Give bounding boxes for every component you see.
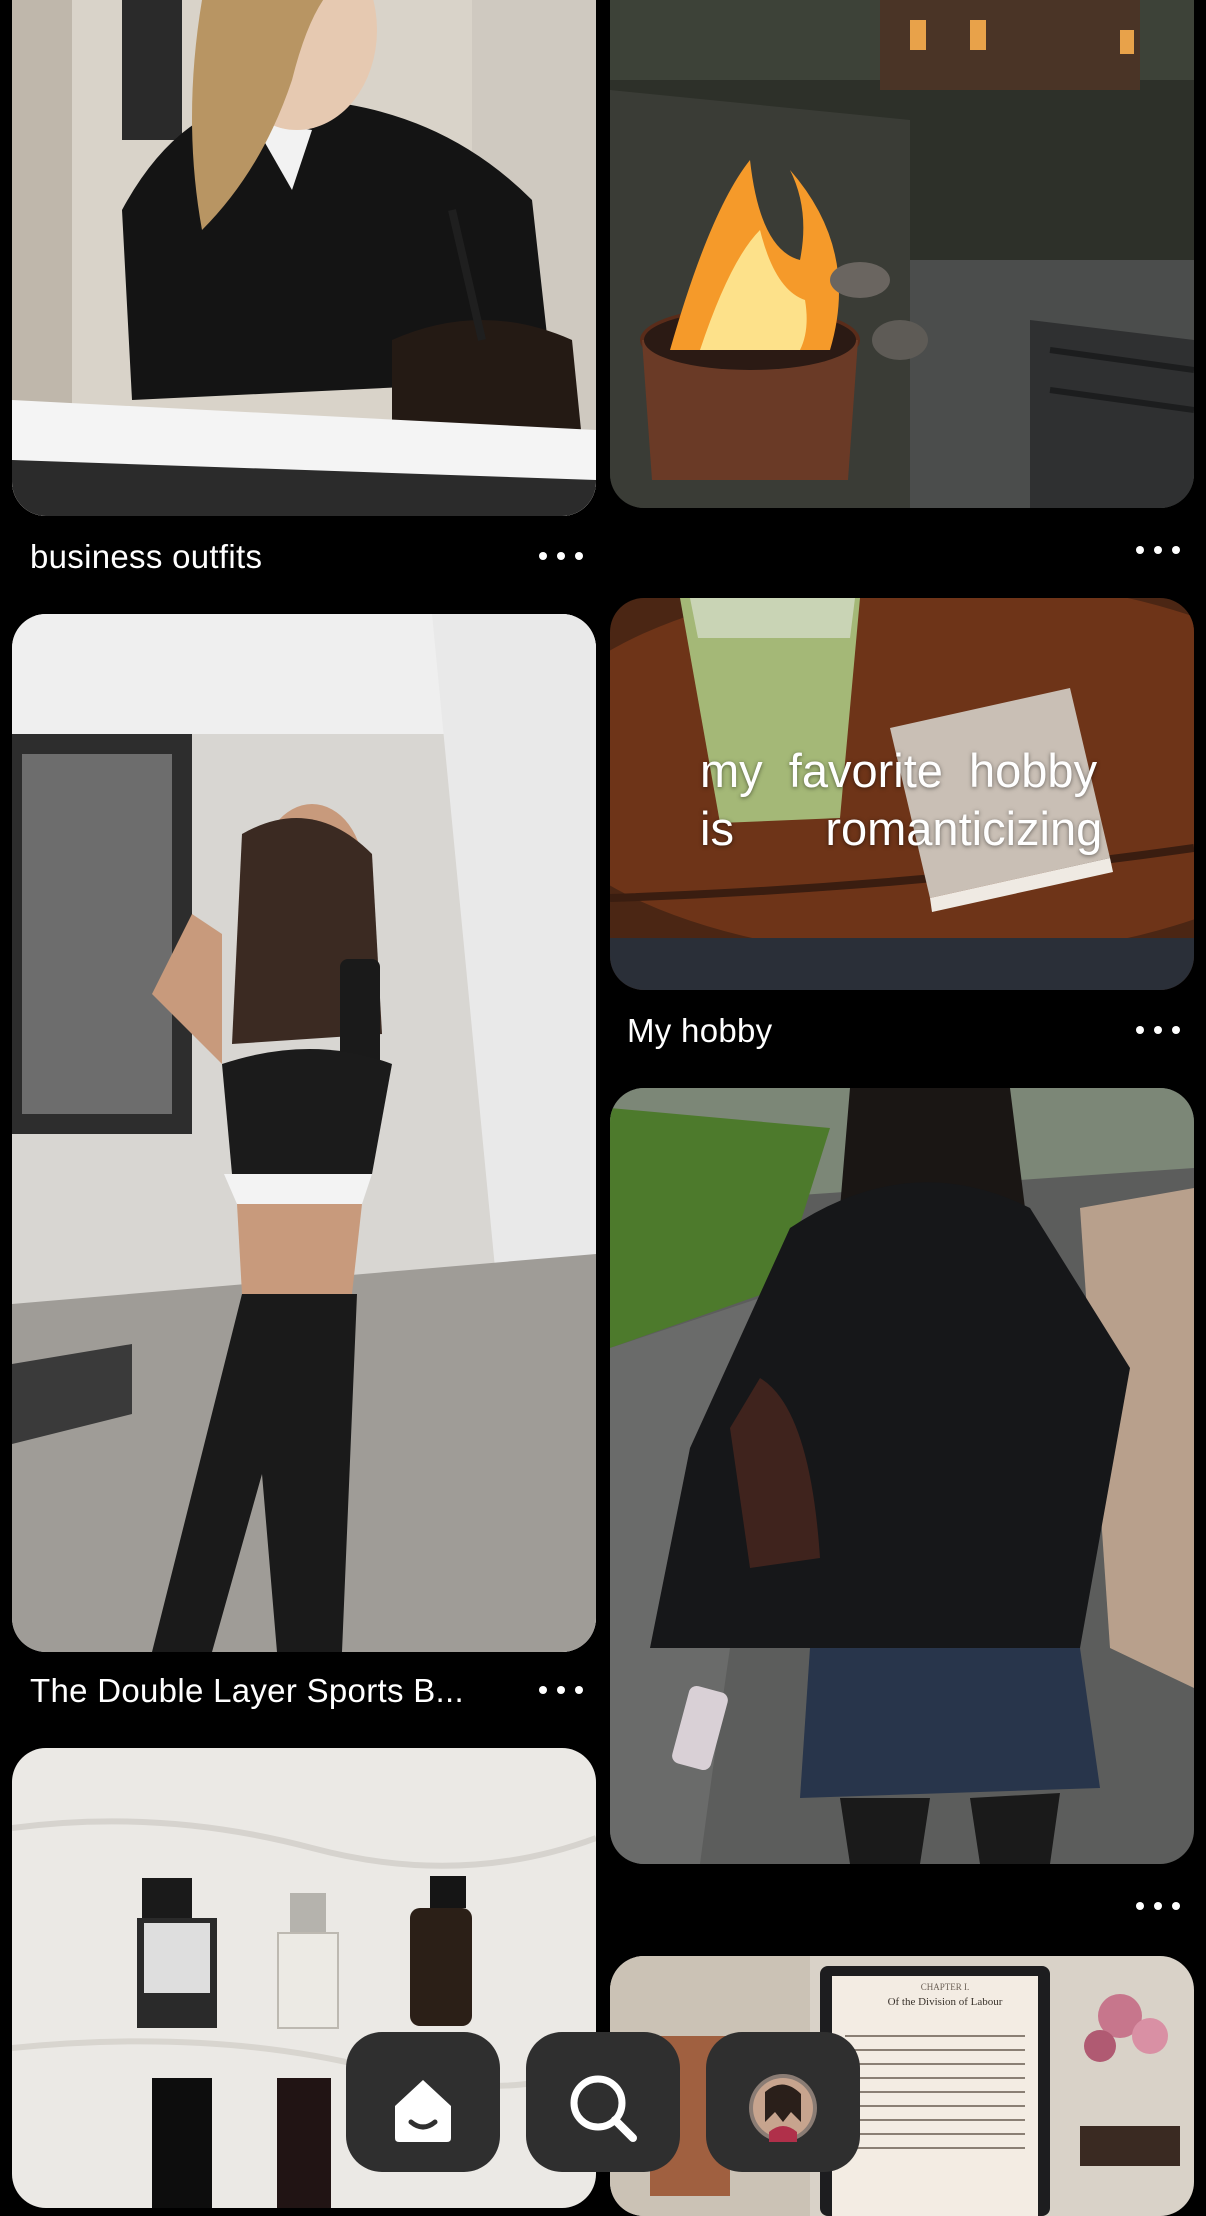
more-options-icon[interactable]	[1136, 1896, 1180, 1916]
pin-laptop-book[interactable]: CHAPTER I. Of the Division of Labour	[610, 1956, 1194, 2216]
avatar	[749, 2074, 817, 2142]
pin-image	[12, 0, 596, 516]
pin-image	[610, 1956, 1194, 2216]
pin-image	[12, 614, 596, 1652]
search-icon	[570, 2075, 637, 2142]
pin-image	[610, 0, 1194, 508]
more-options-icon[interactable]	[1136, 1020, 1180, 1040]
pin-overlay-text: my favorite hobby	[700, 744, 1098, 797]
pin-caption[interactable]: My hobby	[627, 1012, 772, 1050]
pin-campfire[interactable]	[610, 0, 1194, 508]
pin-sports-bra[interactable]	[12, 614, 596, 1652]
nav-search-button[interactable]	[526, 2032, 680, 2172]
pin-image	[610, 1088, 1194, 1864]
pin-overlay-text: is romanticizing	[700, 802, 1103, 855]
more-options-icon[interactable]	[539, 1680, 583, 1700]
pin-perfumes[interactable]	[12, 1748, 596, 2208]
pin-my-hobby[interactable]: my favorite hobby is romanticizing	[610, 598, 1194, 990]
more-options-icon[interactable]	[1136, 540, 1180, 560]
pin-image	[12, 1748, 596, 2208]
pin-black-coat[interactable]	[610, 1088, 1194, 1864]
nav-profile-button[interactable]	[706, 2032, 860, 2172]
pin-caption[interactable]: The Double Layer Sports B...	[30, 1672, 464, 1710]
pin-caption[interactable]: business outfits	[30, 538, 262, 576]
home-icon	[395, 2080, 451, 2142]
pin-business-outfits[interactable]	[12, 0, 596, 516]
more-options-icon[interactable]	[539, 546, 583, 566]
book-chapter: CHAPTER I.	[920, 1982, 970, 1992]
book-heading: Of the Division of Labour	[887, 1996, 1003, 2008]
nav-home-button[interactable]	[346, 2032, 500, 2172]
